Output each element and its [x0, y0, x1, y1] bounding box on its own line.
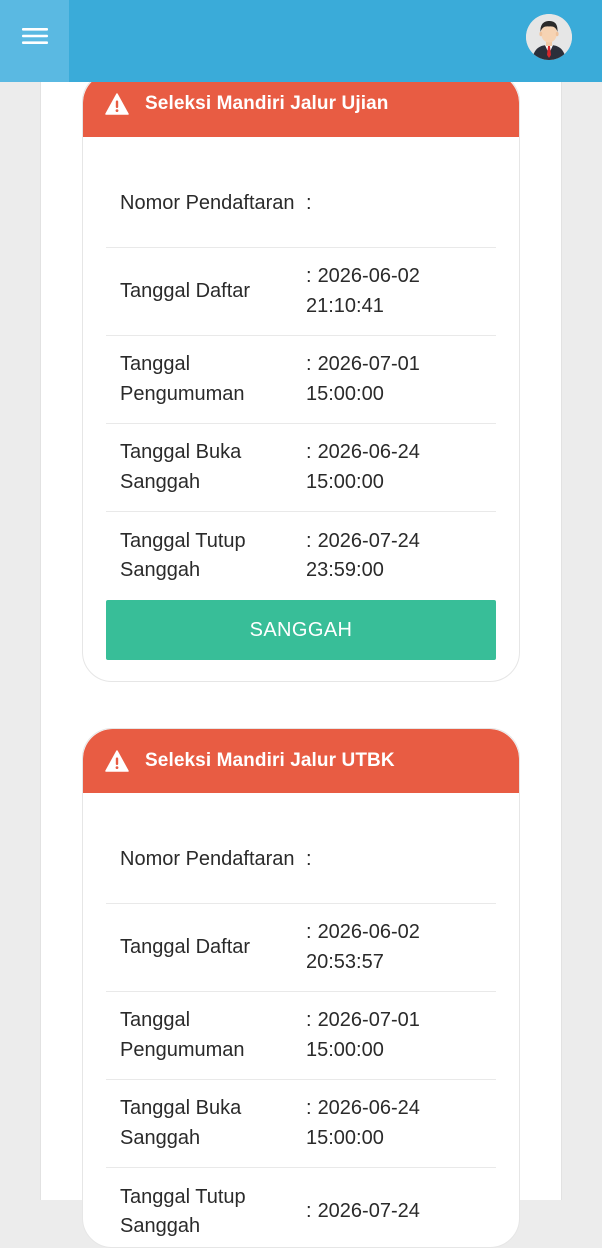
page-content-column: Seleksi Mandiri Jalur Ujian Nomor Pendaf… [40, 0, 562, 1248]
row-separator: : [306, 353, 312, 375]
row-value: :2026-07-24 [306, 1197, 496, 1227]
row-separator: : [306, 1200, 312, 1223]
row-tanggal-pengumuman: Tanggal Pengumuman :2026-07-01 15:00:00 [106, 992, 496, 1080]
row-tanggal-daftar: Tanggal Daftar :2026-06-02 21:10:41 [106, 248, 496, 336]
row-label: Tanggal Daftar [120, 279, 251, 302]
row-separator: : [306, 921, 312, 943]
row-value-text: 2026-07-01 15:00:00 [306, 353, 420, 405]
row-value: : [306, 189, 496, 219]
row-value: :2026-06-24 15:00:00 [306, 438, 496, 497]
row-separator: : [306, 848, 312, 871]
row-label: Tanggal Buka Sanggah [120, 441, 242, 493]
row-tanggal-daftar: Tanggal Daftar :2026-06-02 20:53:57 [106, 904, 496, 992]
user-avatar-icon [526, 14, 572, 60]
card-header: Seleksi Mandiri Jalur Ujian [83, 73, 519, 137]
user-avatar-button[interactable] [526, 14, 572, 60]
row-label: Tanggal Daftar [120, 935, 251, 958]
row-separator: : [306, 1009, 312, 1031]
row-tanggal-tutup-sanggah: Tanggal Tutup Sanggah :2026-07-24 [106, 1168, 496, 1247]
row-value: :2026-06-02 21:10:41 [306, 262, 496, 321]
row-tanggal-pengumuman: Tanggal Pengumuman :2026-07-01 15:00:00 [106, 336, 496, 424]
row-value-text: 2026-06-24 15:00:00 [306, 441, 420, 493]
row-value-text: 2026-07-24 [317, 1200, 420, 1223]
row-label: Nomor Pendaftaran [120, 192, 295, 215]
registration-card-ujian: Seleksi Mandiri Jalur Ujian Nomor Pendaf… [82, 72, 520, 682]
row-tanggal-tutup-sanggah: Tanggal Tutup Sanggah :2026-07-24 23:59:… [106, 512, 496, 600]
row-value-text: 2026-07-01 15:00:00 [306, 1009, 420, 1061]
row-separator: : [306, 529, 312, 552]
row-value-text: 2026-06-24 15:00:00 [306, 1097, 420, 1149]
row-label: Tanggal Tutup Sanggah [120, 529, 246, 582]
row-value: :2026-06-24 15:00:00 [306, 1094, 496, 1153]
row-value: :2026-06-02 20:53:57 [306, 918, 496, 977]
row-tanggal-buka-sanggah: Tanggal Buka Sanggah :2026-06-24 15:00:0… [106, 424, 496, 512]
top-navigation-bar [0, 0, 602, 82]
row-value: :2026-07-24 23:59:00 [306, 527, 496, 586]
row-label: Tanggal Pengumuman [120, 353, 245, 405]
row-separator: : [306, 265, 312, 287]
row-nomor-pendaftaran: Nomor Pendaftaran : [106, 817, 496, 904]
row-value: :2026-07-01 15:00:00 [306, 1006, 496, 1065]
registration-card-utbk: Seleksi Mandiri Jalur UTBK Nomor Pendaft… [82, 728, 520, 1248]
warning-icon [105, 750, 129, 772]
row-separator: : [306, 441, 312, 463]
row-value: :2026-07-01 15:00:00 [306, 350, 496, 409]
row-separator: : [306, 192, 312, 215]
sanggah-button[interactable]: SANGGAH [106, 600, 496, 660]
card-header: Seleksi Mandiri Jalur UTBK [83, 729, 519, 793]
card-body: Nomor Pendaftaran : Tanggal Daftar :2026… [83, 137, 519, 660]
row-value-text: 2026-06-02 20:53:57 [306, 921, 420, 973]
card-title: Seleksi Mandiri Jalur Ujian [145, 93, 389, 114]
row-label: Tanggal Tutup Sanggah [120, 1185, 246, 1238]
hamburger-menu-icon [21, 28, 48, 44]
row-tanggal-buka-sanggah: Tanggal Buka Sanggah :2026-06-24 15:00:0… [106, 1080, 496, 1168]
card-body: Nomor Pendaftaran : Tanggal Daftar :2026… [83, 793, 519, 1247]
warning-icon [105, 93, 129, 115]
row-nomor-pendaftaran: Nomor Pendaftaran : [106, 161, 496, 248]
row-value-text: 2026-07-24 23:59:00 [306, 529, 420, 582]
menu-toggle-button[interactable] [0, 0, 69, 82]
row-label: Tanggal Pengumuman [120, 1009, 245, 1061]
row-value: : [306, 845, 496, 875]
card-title: Seleksi Mandiri Jalur UTBK [145, 750, 395, 771]
row-separator: : [306, 1097, 312, 1119]
row-label: Nomor Pendaftaran [120, 848, 295, 871]
row-label: Tanggal Buka Sanggah [120, 1097, 242, 1149]
row-value-text: 2026-06-02 21:10:41 [306, 265, 420, 317]
